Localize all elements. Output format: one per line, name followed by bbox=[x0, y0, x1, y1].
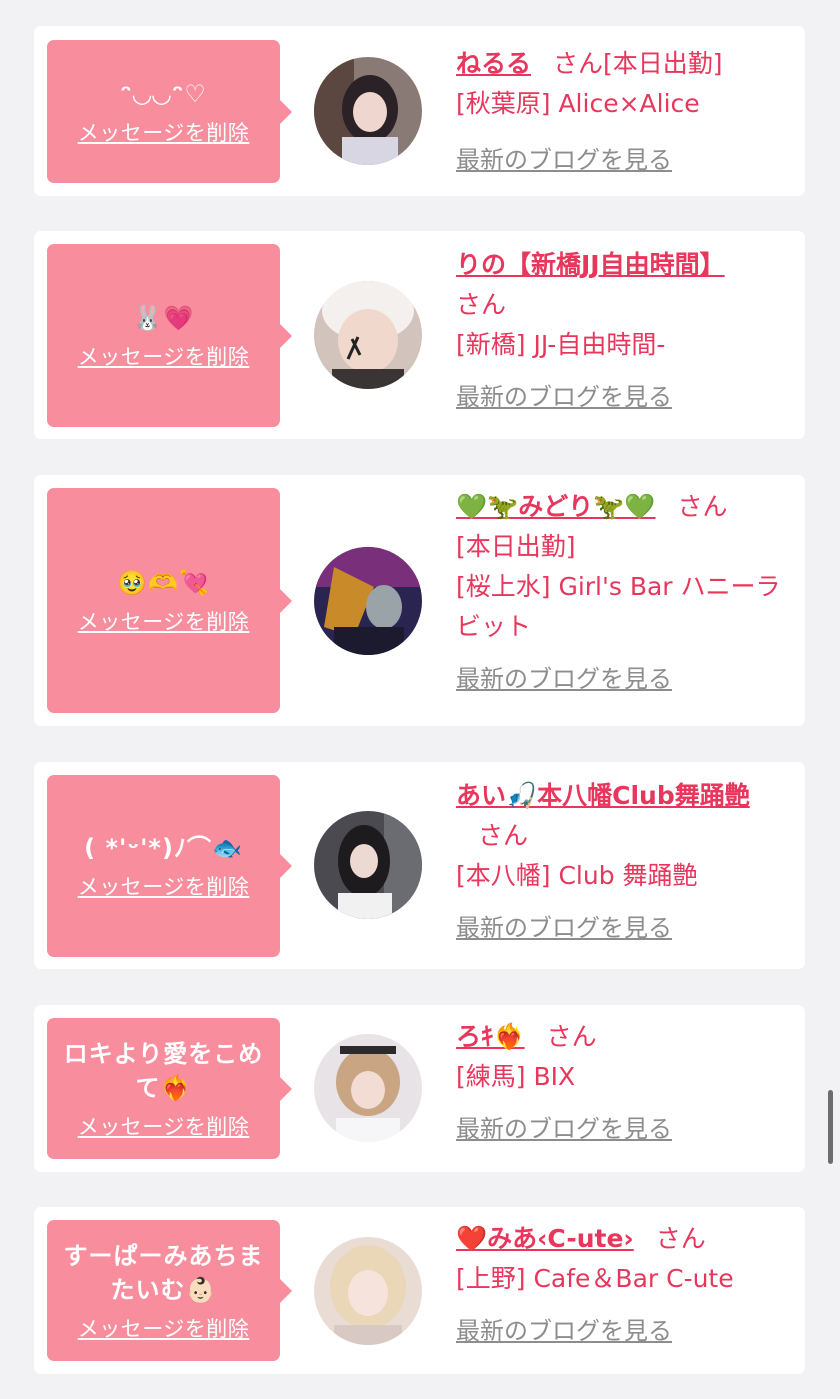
cast-name-link[interactable]: ❤️みあ‹C-ute› bbox=[456, 1224, 634, 1253]
favorite-card: ロキより愛をこめて❤️‍🔥 メッセージを削除 ろｷ❤️‍🔥 さん [練馬] BIX… bbox=[34, 1005, 805, 1172]
shop-text: [桜上水] Girl's Bar ハニーラビット bbox=[456, 572, 781, 641]
honorific: さん bbox=[677, 492, 728, 521]
avatar-photo bbox=[314, 547, 422, 655]
message-bubble: すーぱーみあちまたいむ👶🏻 メッセージを削除 bbox=[47, 1220, 292, 1361]
honorific: さん bbox=[655, 1224, 706, 1253]
avatar-photo bbox=[314, 1034, 422, 1142]
delete-message-link[interactable]: メッセージを削除 bbox=[78, 117, 250, 147]
cast-name-link[interactable]: りの【新橋JJ自由時間】 bbox=[456, 250, 725, 279]
shop-text: [新橋] JJ-自由時間- bbox=[456, 330, 666, 359]
cast-info: あい🎣本八幡Club舞踊艶さん [本八幡] Club 舞踊艶 最新のブログを見る bbox=[456, 776, 786, 948]
shop-text: [練馬] BIX bbox=[456, 1062, 576, 1091]
delete-message-link[interactable]: メッセージを削除 bbox=[78, 871, 250, 901]
favorite-card: 🐰💗 メッセージを削除 りの【新橋JJ自由時間】 さん [新橋] JJ-自由時間… bbox=[34, 231, 805, 439]
message-text: ᵔ◡◡ᵔ♡ bbox=[120, 79, 207, 108]
cast-info: ねるる さん[本日出勤] [秋葉原] Alice×Alice 最新のブログを見る bbox=[456, 44, 786, 180]
avatar[interactable] bbox=[314, 1237, 422, 1345]
cast-name-link[interactable]: 💚🦖みどり🦖💚 bbox=[456, 492, 656, 521]
favorites-list: ᵔ◡◡ᵔ♡ メッセージを削除 ねるる さん[本日出勤] [秋葉原] Alice×A… bbox=[0, 0, 840, 1399]
delete-message-link[interactable]: メッセージを削除 bbox=[78, 1313, 250, 1343]
cast-name-link[interactable]: ろｷ❤️‍🔥 bbox=[456, 1022, 525, 1051]
honorific: さん bbox=[553, 49, 604, 78]
message-text: ( *'ᵕ'*)ﾉ⌒🐟 bbox=[84, 834, 243, 862]
latest-blog-link[interactable]: 最新のブログを見る bbox=[456, 1311, 672, 1351]
avatar[interactable] bbox=[314, 547, 422, 655]
avatar[interactable] bbox=[314, 811, 422, 919]
latest-blog-link[interactable]: 最新のブログを見る bbox=[456, 908, 672, 948]
favorite-card: ( *'ᵕ'*)ﾉ⌒🐟 メッセージを削除 あい🎣本八幡Club舞踊艶さん [本八… bbox=[34, 762, 805, 969]
avatar-photo bbox=[314, 811, 422, 919]
scrollbar[interactable] bbox=[828, 1090, 833, 1164]
message-bubble: 🥹🫶💘 メッセージを削除 bbox=[47, 488, 292, 713]
shop-text: [上野] Cafe＆Bar C-ute bbox=[456, 1264, 734, 1293]
message-bubble: 🐰💗 メッセージを削除 bbox=[47, 244, 292, 427]
cast-info: ❤️みあ‹C-ute› さん [上野] Cafe＆Bar C-ute 最新のブログ… bbox=[456, 1219, 786, 1351]
favorite-card: 🥹🫶💘 メッセージを削除 💚🦖みどり🦖💚 さん [本日出勤] [桜上水] Girl… bbox=[34, 475, 805, 726]
avatar[interactable] bbox=[314, 1034, 422, 1142]
honorific: さん bbox=[478, 821, 529, 850]
cast-info: 💚🦖みどり🦖💚 さん [本日出勤] [桜上水] Girl's Bar ハニーラビッ… bbox=[456, 487, 786, 699]
delete-message-link[interactable]: メッセージを削除 bbox=[78, 1111, 250, 1141]
message-bubble: ᵔ◡◡ᵔ♡ メッセージを削除 bbox=[47, 40, 292, 183]
favorite-card: ᵔ◡◡ᵔ♡ メッセージを削除 ねるる さん[本日出勤] [秋葉原] Alice×A… bbox=[34, 26, 805, 196]
favorite-card: すーぱーみあちまたいむ👶🏻 メッセージを削除 ❤️みあ‹C-ute› さん [上野… bbox=[34, 1207, 805, 1374]
latest-blog-link[interactable]: 最新のブログを見る bbox=[456, 377, 672, 417]
status-text: [本日出勤] bbox=[603, 49, 723, 78]
honorific: さん bbox=[456, 290, 507, 319]
message-bubble: ( *'ᵕ'*)ﾉ⌒🐟 メッセージを削除 bbox=[47, 775, 292, 957]
honorific: さん bbox=[546, 1022, 597, 1051]
latest-blog-link[interactable]: 最新のブログを見る bbox=[456, 1109, 672, 1149]
cast-name-link[interactable]: あい🎣本八幡Club舞踊艶 bbox=[456, 781, 750, 810]
message-bubble: ロキより愛をこめて❤️‍🔥 メッセージを削除 bbox=[47, 1018, 292, 1159]
shop-text: [秋葉原] Alice×Alice bbox=[456, 89, 700, 118]
avatar[interactable] bbox=[314, 57, 422, 165]
delete-message-link[interactable]: メッセージを削除 bbox=[78, 341, 250, 371]
message-text: ロキより愛をこめて❤️‍🔥 bbox=[63, 1039, 264, 1102]
avatar-photo bbox=[314, 1237, 422, 1345]
cast-info: ろｷ❤️‍🔥 さん [練馬] BIX 最新のブログを見る bbox=[456, 1017, 786, 1149]
avatar-photo bbox=[314, 281, 422, 389]
avatar-photo bbox=[314, 57, 422, 165]
shop-text: [本八幡] Club 舞踊艶 bbox=[456, 861, 698, 890]
cast-info: りの【新橋JJ自由時間】 さん [新橋] JJ-自由時間- 最新のブログを見る bbox=[456, 245, 786, 417]
message-text: 🥹🫶💘 bbox=[117, 568, 210, 597]
avatar[interactable] bbox=[314, 281, 422, 389]
message-text: 🐰💗 bbox=[132, 303, 195, 332]
latest-blog-link[interactable]: 最新のブログを見る bbox=[456, 140, 672, 180]
status-text: [本日出勤] bbox=[456, 532, 576, 561]
latest-blog-link[interactable]: 最新のブログを見る bbox=[456, 659, 672, 699]
message-text: すーぱーみあちまたいむ👶🏻 bbox=[63, 1241, 264, 1304]
cast-name-link[interactable]: ねるる bbox=[456, 49, 531, 78]
delete-message-link[interactable]: メッセージを削除 bbox=[78, 606, 250, 636]
